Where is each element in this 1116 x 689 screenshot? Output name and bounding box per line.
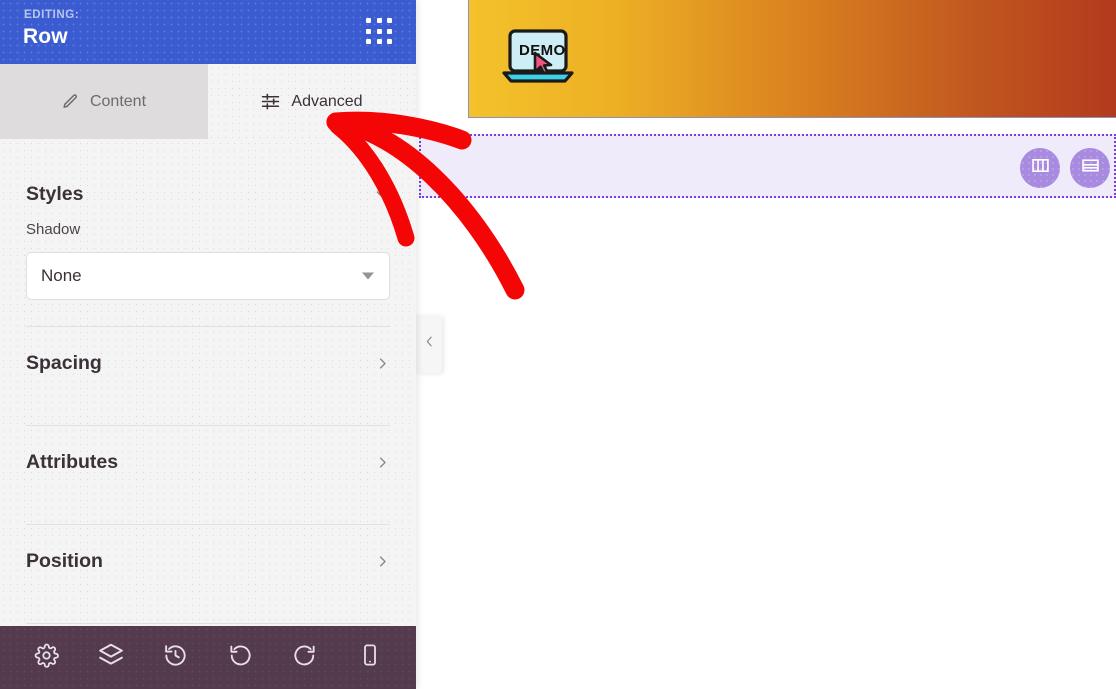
- caret-down-icon[interactable]: [362, 272, 374, 280]
- shadow-select-value: None: [41, 266, 82, 285]
- editing-element-name: Row: [23, 25, 68, 48]
- accordion-attributes-label: Attributes: [26, 450, 119, 473]
- shadow-select-wrapper: None: [26, 252, 390, 300]
- tab-content[interactable]: Content: [0, 64, 208, 139]
- page-canvas: DEMO: [416, 0, 1116, 689]
- layers-button[interactable]: [89, 636, 133, 680]
- editing-label: EDITING:: [24, 9, 80, 21]
- chevron-left-icon: [423, 335, 436, 353]
- tab-content-label: Content: [89, 92, 147, 110]
- undo-icon: [228, 643, 253, 673]
- panel-collapse-button[interactable]: [416, 315, 442, 373]
- history-icon: [163, 643, 188, 673]
- shadow-field-label: Shadow: [26, 221, 81, 238]
- section-styles-title: Styles: [26, 182, 84, 205]
- demo-laptop-image: DEMO: [502, 29, 574, 94]
- columns-button[interactable]: [1020, 148, 1060, 188]
- panel-footer-toolbar: [0, 626, 416, 689]
- layers-icon: [98, 642, 124, 673]
- accordion-position-label: Position: [26, 549, 103, 572]
- settings-panel: EDITING: Row Content Advanced Styles Sha…: [0, 0, 416, 689]
- tab-advanced[interactable]: Advanced: [208, 64, 416, 139]
- panel-header: EDITING: Row: [0, 0, 416, 64]
- tab-advanced-label: Advanced: [291, 92, 363, 110]
- accordion-position[interactable]: Position: [0, 525, 416, 597]
- accordion-attributes[interactable]: Attributes: [0, 426, 416, 498]
- chevron-right-icon[interactable]: [375, 455, 390, 470]
- panel-body: Styles Shadow None Spacing Attributes Po…: [0, 139, 416, 626]
- chevron-down-icon[interactable]: [374, 186, 390, 202]
- accordion-spacing-label: Spacing: [26, 351, 102, 374]
- banner-block[interactable]: DEMO: [468, 0, 1116, 118]
- mobile-icon: [358, 643, 382, 672]
- redo-button[interactable]: [283, 636, 327, 680]
- settings-button[interactable]: [24, 636, 68, 680]
- accordion-spacing[interactable]: Spacing: [0, 327, 416, 399]
- chevron-right-icon[interactable]: [375, 356, 390, 371]
- undo-button[interactable]: [218, 636, 262, 680]
- svg-text:DEMO: DEMO: [519, 42, 566, 59]
- columns-icon: [1030, 155, 1051, 181]
- grid-dots-icon[interactable]: [366, 18, 394, 46]
- panel-tabs: Content Advanced: [0, 64, 416, 139]
- sliders-icon: [261, 92, 280, 111]
- responsive-button[interactable]: [348, 636, 392, 680]
- rows-layout-button[interactable]: [1070, 148, 1110, 188]
- revisions-button[interactable]: [154, 636, 198, 680]
- gear-icon: [34, 643, 59, 673]
- pencil-icon: [62, 93, 79, 110]
- row-toolbar: [1020, 148, 1110, 188]
- shadow-select[interactable]: None: [26, 252, 390, 300]
- row-block[interactable]: [419, 134, 1116, 198]
- rows-layout-icon: [1080, 155, 1101, 181]
- chevron-right-icon[interactable]: [375, 554, 390, 569]
- redo-icon: [292, 643, 317, 673]
- section-styles-header[interactable]: Styles: [0, 163, 416, 225]
